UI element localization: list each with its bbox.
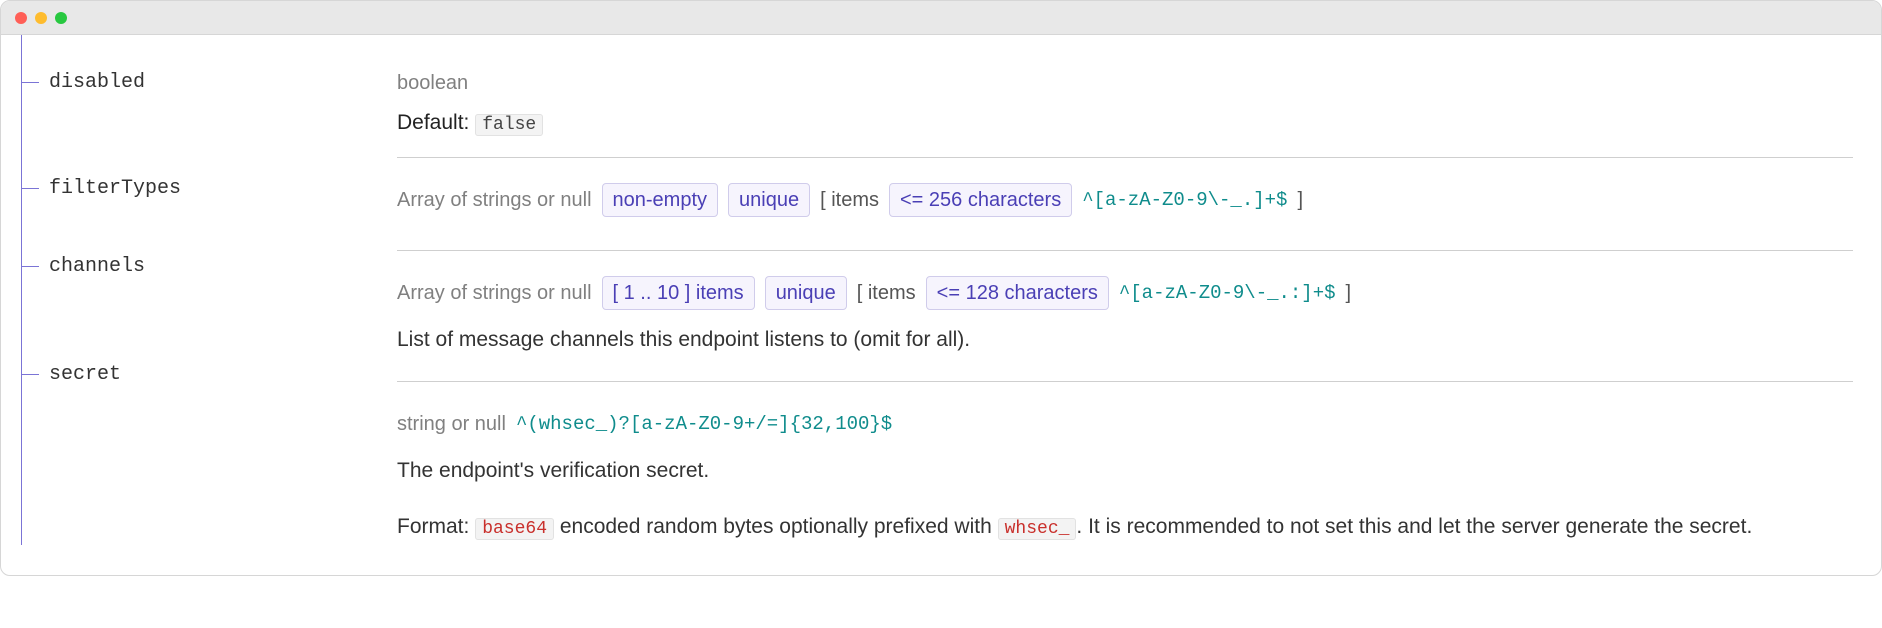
default-value: false: [475, 114, 543, 136]
property-tree: disabled filterTypes channels secret: [1, 35, 397, 545]
property-label: filterTypes: [49, 177, 181, 200]
format-text: Format: base64 encoded random bytes opti…: [397, 508, 1853, 546]
tree-tick: [21, 188, 39, 189]
description-text: List of message channels this endpoint l…: [397, 321, 1853, 359]
schema-content: disabled filterTypes channels secret boo…: [1, 35, 1881, 575]
description-text: The endpoint's verification secret.: [397, 452, 1853, 490]
type-line: Array of strings or null non-empty uniqu…: [397, 182, 1853, 218]
constraint-chip: <= 128 characters: [926, 276, 1109, 310]
property-descriptions: boolean Default: false Array of strings …: [397, 35, 1881, 545]
type-line: Array of strings or null [ 1 .. 10 ] ite…: [397, 275, 1853, 311]
window: disabled filterTypes channels secret boo…: [0, 0, 1882, 576]
tree-line: [21, 35, 22, 545]
type-line: boolean: [397, 65, 1853, 101]
property-body-filtertypes: Array of strings or null non-empty uniqu…: [397, 157, 1853, 250]
pattern-text: ^(whsec_)?[a-zA-Z0-9+/=]{32,100}$: [516, 407, 892, 441]
maximize-icon[interactable]: [55, 12, 67, 24]
property-name-disabled[interactable]: disabled: [21, 71, 145, 94]
type-text: string or null: [397, 406, 506, 442]
items-close: ]: [1297, 182, 1303, 218]
pattern-text: ^[a-zA-Z0-9\-_.]+$: [1082, 183, 1287, 217]
tree-tick: [21, 374, 39, 375]
constraint-chip: <= 256 characters: [889, 183, 1072, 217]
property-name-secret[interactable]: secret: [21, 363, 121, 386]
window-titlebar: [1, 1, 1881, 35]
items-open: [ items: [820, 182, 879, 218]
minimize-icon[interactable]: [35, 12, 47, 24]
constraint-chip: [ 1 .. 10 ] items: [602, 276, 755, 310]
format-mid: encoded random bytes optionally prefixed…: [554, 515, 998, 538]
property-body-channels: Array of strings or null [ 1 .. 10 ] ite…: [397, 250, 1853, 381]
property-description: The endpoint's verification secret. Form…: [397, 452, 1853, 546]
type-text: Array of strings or null: [397, 182, 592, 218]
items-open: [ items: [857, 275, 916, 311]
property-label: disabled: [49, 71, 145, 94]
constraint-chip: non-empty: [602, 183, 719, 217]
format-label: Format:: [397, 515, 469, 538]
tree-tick: [21, 266, 39, 267]
type-line: string or null ^(whsec_)?[a-zA-Z0-9+/=]{…: [397, 406, 1853, 442]
code-inline: base64: [475, 518, 554, 540]
default-label: Default:: [397, 111, 469, 134]
default-line: Default: false: [397, 111, 1853, 135]
type-text: Array of strings or null: [397, 275, 592, 311]
property-body-disabled: boolean Default: false: [397, 35, 1853, 157]
property-description: List of message channels this endpoint l…: [397, 321, 1853, 359]
items-close: ]: [1346, 275, 1352, 311]
property-name-filtertypes[interactable]: filterTypes: [21, 177, 181, 200]
type-text: boolean: [397, 65, 468, 101]
property-label: channels: [49, 255, 145, 278]
constraint-chip: unique: [728, 183, 810, 217]
close-icon[interactable]: [15, 12, 27, 24]
window-controls: [15, 12, 67, 24]
property-label: secret: [49, 363, 121, 386]
property-body-secret: string or null ^(whsec_)?[a-zA-Z0-9+/=]{…: [397, 381, 1853, 546]
code-inline: whsec_: [998, 518, 1077, 540]
constraint-chip: unique: [765, 276, 847, 310]
property-name-channels[interactable]: channels: [21, 255, 145, 278]
tree-tick: [21, 82, 39, 83]
format-tail: . It is recommended to not set this and …: [1076, 515, 1752, 538]
pattern-text: ^[a-zA-Z0-9\-_.:]+$: [1119, 276, 1336, 310]
